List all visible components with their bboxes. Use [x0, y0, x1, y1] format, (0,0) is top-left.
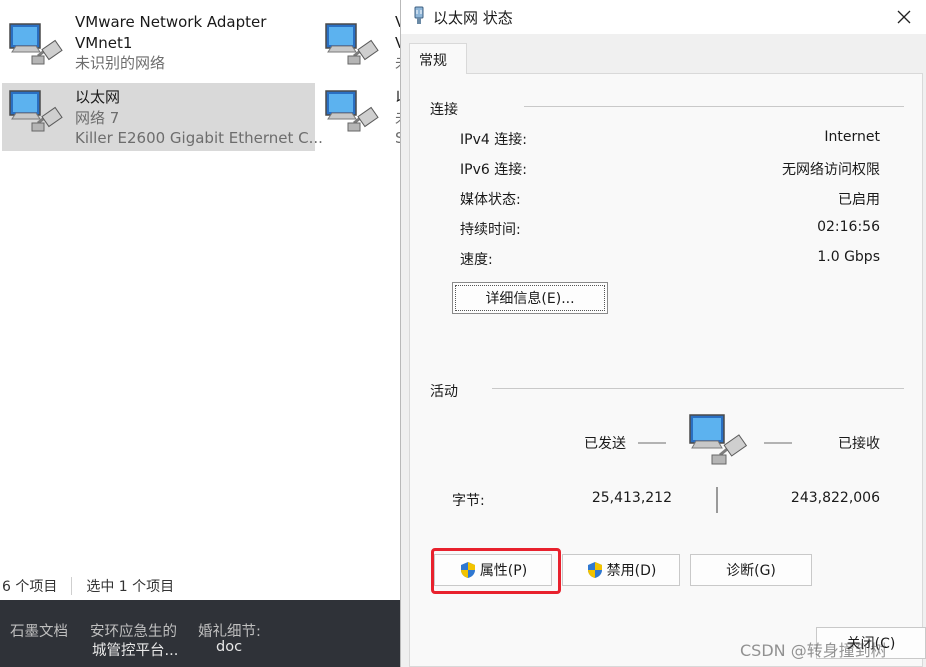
network-adapter-icon: [325, 90, 379, 132]
network-adapter-icon: [9, 90, 63, 132]
statusbar-divider: [71, 577, 73, 595]
bytes-label: 字节:: [452, 493, 485, 509]
desktop-item-label[interactable]: 婚礼细节:: [198, 620, 261, 641]
sent-line: [638, 442, 666, 444]
dialog-titlebar[interactable]: 以太网 状态: [401, 0, 926, 34]
details-button[interactable]: 详细信息(E)...: [452, 282, 608, 314]
sent-label: 已发送: [584, 436, 626, 452]
diagnose-button[interactable]: 诊断(G): [690, 554, 812, 586]
activity-group-label: 活动: [430, 384, 458, 400]
adapter-name: VMware Network Adapter: [75, 13, 267, 31]
ipv4-label: IPv4 连接:: [460, 132, 527, 148]
duration-label: 持续时间:: [460, 222, 521, 238]
selected-count: 选中 1 个项目: [86, 579, 175, 595]
ipv6-label: IPv6 连接:: [460, 162, 527, 178]
connection-group-label: 连接: [430, 102, 458, 118]
activity-computers-icon: [689, 414, 748, 465]
speed-label: 速度:: [460, 252, 493, 268]
bytes-received-value: 243,822,006: [790, 490, 880, 506]
disable-button-label: 禁用(D): [606, 563, 657, 579]
bytes-divider: [716, 487, 718, 513]
desktop-item-label[interactable]: doc: [216, 639, 242, 655]
details-button-label: 详细信息(E)...: [485, 291, 575, 307]
item-count: 6 个项目: [2, 579, 58, 595]
adapter-vmnet1[interactable]: VMware Network Adapter VMnet1 未识别的网络: [2, 8, 314, 76]
ipv4-value: Internet: [824, 129, 880, 145]
adapter-device: Killer E2600 Gigabit Ethernet C...: [75, 129, 323, 147]
connection-group-line: [524, 106, 904, 107]
adapter-status: 网络 7: [75, 108, 120, 127]
media-state-label: 媒体状态:: [460, 192, 521, 208]
media-state-value: 已启用: [838, 192, 880, 208]
explorer-statusbar: 6 个项目 选中 1 个项目: [0, 572, 400, 600]
network-adapter-icon: [9, 23, 63, 65]
bytes-sent-value: 25,413,212: [591, 490, 672, 506]
dialog-title: 以太网 状态: [433, 9, 513, 27]
duration-value: 02:16:56: [817, 219, 880, 235]
desktop-item-label[interactable]: 石墨文档: [10, 620, 68, 641]
desktop-item-label[interactable]: 城管控平台...: [92, 639, 178, 660]
received-label: 已接收: [838, 436, 880, 452]
close-icon[interactable]: [881, 0, 926, 34]
diagnose-button-label: 诊断(G): [726, 563, 776, 579]
adapter-ethernet[interactable]: 以太网 网络 7 Killer E2600 Gigabit Ethernet C…: [2, 83, 323, 151]
adapter-name-line2: VMnet1: [75, 33, 133, 52]
network-adapter-icon: [325, 23, 379, 65]
speed-value: 1.0 Gbps: [817, 249, 880, 265]
adapter-partial-1[interactable]: V V 未: [322, 8, 400, 76]
received-line: [764, 442, 792, 444]
network-plug-icon: [414, 6, 424, 24]
properties-button-label: 属性(P): [479, 563, 528, 579]
adapter-partial-2[interactable]: 以 未 S: [322, 83, 400, 151]
close-button-label: 关闭(C): [846, 636, 896, 652]
uac-shield-icon: [587, 562, 602, 578]
tab-general[interactable]: 常规: [409, 43, 467, 74]
adapter-status: 未识别的网络: [75, 54, 166, 72]
desktop-strip: 石墨文档 安环应急生的 城管控平台... 婚礼细节: doc: [0, 600, 400, 667]
adapter-name: 以太网: [75, 88, 121, 106]
close-button[interactable]: 关闭(C): [816, 627, 926, 659]
uac-shield-icon: [460, 562, 475, 578]
desktop-item-label[interactable]: 安环应急生的: [90, 620, 177, 641]
network-connections-window: VMware Network Adapter VMnet1 未识别的网络 以太网…: [0, 0, 400, 600]
disable-button[interactable]: 禁用(D): [562, 554, 680, 586]
properties-button[interactable]: 属性(P): [434, 554, 552, 586]
ipv6-value: 无网络访问权限: [782, 162, 880, 178]
activity-group-line: [492, 388, 904, 389]
